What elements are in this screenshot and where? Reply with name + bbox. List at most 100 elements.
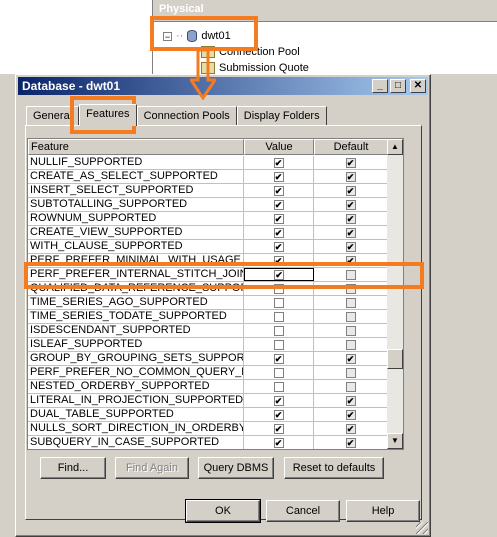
query-dbms-button[interactable]: Query DBMS [198, 457, 274, 479]
value-cell: ✔ [244, 226, 314, 239]
default-cell: ✔ [314, 226, 388, 239]
scroll-up-icon[interactable]: ▲ [387, 139, 403, 155]
feature-name-cell: DUAL_TABLE_SUPPORTED [28, 408, 244, 421]
default-checkbox [345, 283, 356, 294]
help-button[interactable]: Help [346, 500, 420, 522]
default-cell [314, 380, 388, 393]
table-row[interactable]: WITH_CLAUSE_SUPPORTED ✔ ✔ [28, 240, 388, 254]
tab-general[interactable]: General [26, 106, 80, 125]
value-cell [244, 282, 314, 295]
value-checkbox[interactable]: ✔ [273, 395, 284, 406]
value-checkbox[interactable]: ✔ [273, 423, 284, 434]
table-row[interactable]: ISDESCENDANT_SUPPORTED [28, 324, 388, 338]
value-checkbox[interactable]: ✔ [273, 227, 284, 238]
grid-vertical-scrollbar[interactable]: ▲ ▼ [387, 139, 403, 449]
tab-features[interactable]: Features [79, 104, 137, 126]
cancel-button-label: Cancel [285, 505, 321, 517]
value-checkbox[interactable]: ✔ [273, 437, 284, 448]
table-row[interactable]: PERF_PREFER_NO_COMMON_QUERY_FAC [28, 366, 388, 380]
table-row[interactable]: NULLIF_SUPPORTED ✔ ✔ [28, 156, 388, 170]
feature-name-cell: SUBQUERY_IN_CASE_SUPPORTED [28, 436, 244, 449]
table-row[interactable]: TIME_SERIES_AGO_SUPPORTED [28, 296, 388, 310]
cancel-button[interactable]: Cancel [266, 500, 340, 522]
tree-item-dwt01[interactable]: − ·· dwt01 [163, 28, 231, 44]
value-checkbox[interactable]: ✔ [273, 255, 284, 266]
feature-name-cell: INSERT_SELECT_SUPPORTED [28, 184, 244, 197]
default-cell: ✔ [314, 436, 388, 449]
value-checkbox[interactable]: ✔ [273, 213, 284, 224]
table-row[interactable]: QUALIFIED_DATA_REFERENCE_SUPPORTE [28, 282, 388, 296]
value-cell: ✔ [244, 352, 314, 365]
table-row[interactable]: SUBTOTALLING_SUPPORTED ✔ ✔ [28, 198, 388, 212]
column-header-feature[interactable]: Feature [28, 139, 244, 155]
default-cell [314, 366, 388, 379]
value-checkbox[interactable] [273, 297, 284, 308]
scroll-thumb[interactable] [387, 349, 403, 369]
table-row[interactable]: GROUP_BY_GROUPING_SETS_SUPPORTED ✔ ✔ [28, 352, 388, 366]
reset-to-defaults-button[interactable]: Reset to defaults [284, 457, 384, 479]
value-checkbox[interactable] [273, 339, 284, 350]
grid-rows: NULLIF_SUPPORTED ✔ ✔ CREATE_AS_SELECT_SUPPO… [28, 156, 388, 449]
dialog-titlebar[interactable]: Database - dwt01 _ □ ✕ [18, 77, 428, 95]
column-header-default[interactable]: Default [314, 139, 388, 155]
value-checkbox[interactable] [273, 311, 284, 322]
minimize-button[interactable]: _ [372, 79, 388, 93]
find-again-button[interactable]: Find Again [115, 457, 189, 479]
table-row[interactable]: NESTED_ORDERBY_SUPPORTED [28, 380, 388, 394]
value-cell: ✔ [244, 254, 314, 267]
default-cell: ✔ [314, 212, 388, 225]
value-checkbox[interactable]: ✔ [273, 157, 284, 168]
feature-name-cell: TIME_SERIES_TODATE_SUPPORTED [28, 310, 244, 323]
default-checkbox: ✔ [345, 353, 356, 364]
default-cell: ✔ [314, 254, 388, 267]
scroll-down-icon[interactable]: ▼ [387, 433, 403, 449]
table-row[interactable]: SUBQUERY_IN_CASE_SUPPORTED ✔ ✔ [28, 436, 388, 449]
table-row[interactable]: ROWNUM_SUPPORTED ✔ ✔ [28, 212, 388, 226]
table-row[interactable]: CREATE_AS_SELECT_SUPPORTED ✔ ✔ [28, 170, 388, 184]
ok-button[interactable]: OK [185, 499, 261, 523]
value-checkbox[interactable]: ✔ [273, 199, 284, 210]
value-checkbox[interactable]: ✔ [273, 409, 284, 420]
default-cell: ✔ [314, 408, 388, 421]
value-checkbox[interactable] [273, 325, 284, 336]
value-checkbox[interactable] [273, 381, 284, 392]
feature-name-cell: SUBTOTALLING_SUPPORTED [28, 198, 244, 211]
value-cell [244, 338, 314, 351]
find-button[interactable]: Find... [40, 457, 106, 479]
feature-name-cell: NULLIF_SUPPORTED [28, 156, 244, 169]
table-row[interactable]: PERF_PREFER_MINIMAL_WITH_USAGE ✔ ✔ [28, 254, 388, 268]
maximize-button[interactable]: □ [390, 79, 406, 93]
column-header-value[interactable]: Value [244, 139, 314, 155]
default-checkbox [345, 325, 356, 336]
default-cell: ✔ [314, 198, 388, 211]
tab-display-folders[interactable]: Display Folders [236, 106, 327, 125]
value-checkbox[interactable]: ✔ [273, 185, 284, 196]
value-cell: ✔ [244, 268, 314, 281]
background-left-pane [0, 0, 153, 74]
close-button[interactable]: ✕ [410, 79, 426, 93]
table-row[interactable]: DUAL_TABLE_SUPPORTED ✔ ✔ [28, 408, 388, 422]
feature-name-cell: NULLS_SORT_DIRECTION_IN_ORDERBY_S [30, 422, 244, 435]
table-row[interactable]: ISLEAF_SUPPORTED [28, 338, 388, 352]
value-checkbox[interactable] [273, 367, 284, 378]
value-checkbox[interactable]: ✔ [273, 241, 284, 252]
feature-name-cell: TIME_SERIES_AGO_SUPPORTED [28, 296, 244, 309]
tab-bar: General Features Connection Pools Displa… [26, 104, 327, 126]
value-checkbox[interactable]: ✔ [274, 269, 284, 280]
value-checkbox[interactable] [273, 283, 284, 294]
table-row[interactable]: PERF_PREFER_INTERNAL_STITCH_JOIN ✔ [28, 268, 388, 282]
table-row[interactable]: NULLS_SORT_DIRECTION_IN_ORDERBY_S ✔ ✔ [28, 422, 388, 436]
collapse-icon[interactable]: − [163, 31, 172, 41]
table-row[interactable]: TIME_SERIES_TODATE_SUPPORTED [28, 310, 388, 324]
resize-grip-icon[interactable] [416, 522, 428, 534]
table-row[interactable]: CREATE_VIEW_SUPPORTED ✔ ✔ [28, 226, 388, 240]
tab-connection-pools[interactable]: Connection Pools [136, 106, 237, 125]
default-cell [314, 268, 388, 281]
value-cell: ✔ [244, 156, 314, 169]
default-checkbox: ✔ [345, 171, 356, 182]
table-row[interactable]: LITERAL_IN_PROJECTION_SUPPORTED ✔ ✔ [28, 394, 388, 408]
value-checkbox[interactable]: ✔ [273, 171, 284, 182]
feature-name-cell: PERF_PREFER_NO_COMMON_QUERY_FAC [30, 366, 244, 379]
table-row[interactable]: INSERT_SELECT_SUPPORTED ✔ ✔ [28, 184, 388, 198]
value-checkbox[interactable]: ✔ [273, 353, 284, 364]
